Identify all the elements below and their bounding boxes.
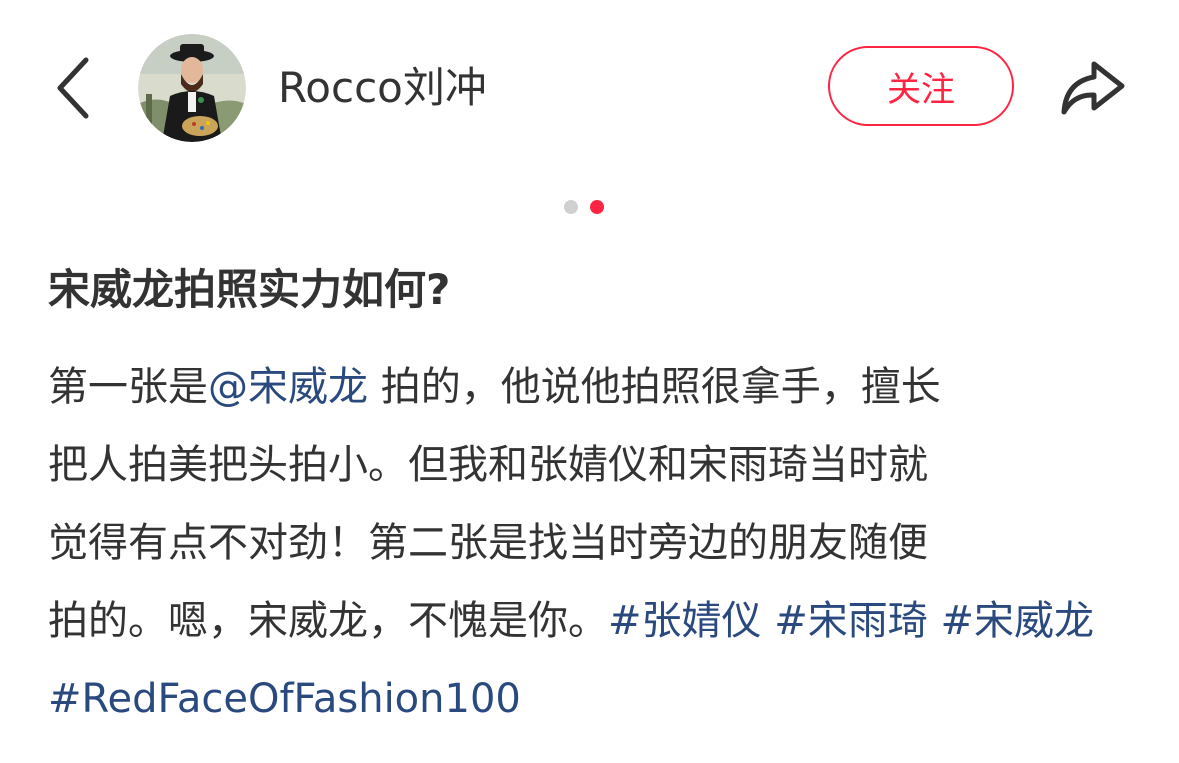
- body-line-1: 第一张是@宋威龙 拍的，他说他拍照很拿手，擅长: [48, 348, 1138, 426]
- carousel-indicator: [560, 198, 620, 216]
- carousel-dot-1[interactable]: [564, 200, 578, 214]
- author-name[interactable]: Rocco刘冲: [278, 60, 487, 116]
- body-text: 第一张是: [48, 364, 208, 410]
- body-text: 拍的，他说他拍照很拿手，擅长: [368, 364, 941, 410]
- chevron-left-icon: [57, 57, 89, 119]
- hashtag-link[interactable]: #RedFaceOfFashion100: [48, 676, 521, 722]
- follow-button[interactable]: 关注: [828, 46, 1014, 126]
- share-button[interactable]: [1054, 50, 1130, 126]
- mention-link[interactable]: @宋威龙: [208, 364, 368, 410]
- carousel-dot-2-active[interactable]: [590, 200, 604, 214]
- body-line-2: 把人拍美把头拍小。但我和张婧仪和宋雨琦当时就: [48, 442, 928, 488]
- hashtag-link[interactable]: #宋雨琦: [774, 598, 928, 644]
- avatar-image: [138, 34, 246, 142]
- note-title: 宋威龙拍照实力如何?: [48, 265, 451, 314]
- share-arrow-icon: [1061, 61, 1125, 115]
- note-body: 第一张是@宋威龙 拍的，他说他拍照很拿手，擅长 把人拍美把头拍小。但我和张婧仪和…: [48, 348, 1138, 738]
- body-line-5: #RedFaceOfFashion100: [48, 660, 1138, 738]
- top-bar: Rocco刘冲 关注: [0, 0, 1179, 175]
- body-line-4: 拍的。嗯，宋威龙，不愧是你。#张婧仪 #宋雨琦 #宋威龙: [48, 582, 1138, 660]
- hashtag-link[interactable]: #宋威龙: [940, 598, 1094, 644]
- body-line-3: 觉得有点不对劲！第二张是找当时旁边的朋友随便: [48, 520, 928, 566]
- hashtag-link[interactable]: #张婧仪: [608, 598, 762, 644]
- author-avatar[interactable]: [138, 34, 246, 142]
- back-button[interactable]: [44, 50, 104, 126]
- body-text: 拍的。嗯，宋威龙，不愧是你。: [48, 598, 608, 644]
